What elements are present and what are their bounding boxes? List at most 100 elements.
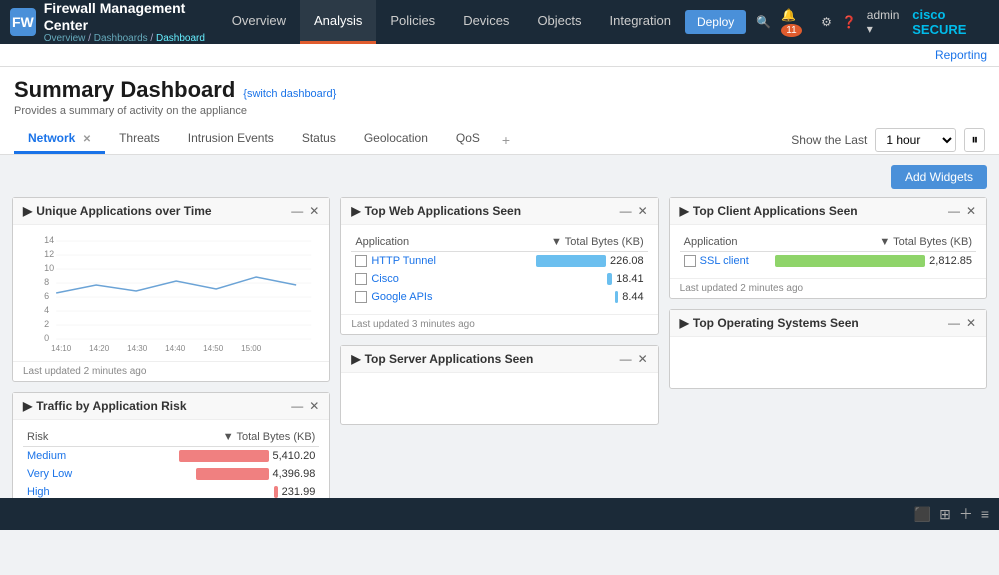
nav-objects[interactable]: Objects (523, 0, 595, 44)
nav-overview[interactable]: Overview (218, 0, 300, 44)
traffic-risk-close[interactable]: ✕ (309, 399, 319, 413)
deploy-button[interactable]: Deploy (685, 10, 746, 34)
row-checkbox (355, 291, 367, 303)
search-icon[interactable]: 🔍 (756, 15, 771, 29)
admin-menu[interactable]: admin ▾ (867, 8, 902, 36)
tab-status[interactable]: Status (288, 125, 350, 154)
notification-icon[interactable]: 🔔11 (781, 8, 811, 36)
tab-intrusion-events[interactable]: Intrusion Events (174, 125, 288, 154)
app-value: 18.41 (616, 273, 644, 285)
top-os-close[interactable]: ✕ (966, 316, 976, 330)
table-row[interactable]: Very Low 4,396.98 (23, 465, 319, 483)
widget-top-web-apps: ▶ Top Web Applications Seen — ✕ Applicat… (340, 197, 658, 335)
app-title: Firewall Management Center (44, 0, 218, 33)
svg-text:8: 8 (44, 277, 49, 287)
table-row[interactable]: Medium 5,410.20 (23, 447, 319, 466)
top-client-minimize[interactable]: — (948, 204, 960, 218)
top-server-minimize[interactable]: — (620, 352, 632, 366)
row-checkbox (355, 255, 367, 267)
widget-top-server-apps: ▶ Top Server Applications Seen — ✕ (340, 345, 658, 425)
widget-unique-apps-header: ▶ Unique Applications over Time — ✕ (13, 198, 329, 225)
svg-text:2: 2 (44, 319, 49, 329)
add-widgets-button[interactable]: Add Widgets (891, 165, 987, 189)
risk-col-header: Risk (23, 428, 103, 447)
widget-top-client-title: ▶ Top Client Applications Seen (680, 204, 858, 218)
time-select[interactable]: 1 hour 6 hours 12 hours 24 hours 1 week (875, 128, 956, 152)
svg-text:12: 12 (44, 249, 54, 259)
top-client-close[interactable]: ✕ (966, 204, 976, 218)
nav-analysis[interactable]: Analysis (300, 0, 376, 44)
tab-threats[interactable]: Threats (105, 125, 174, 154)
top-os-minimize[interactable]: — (948, 316, 960, 330)
nav-integration[interactable]: Integration (596, 0, 685, 44)
tabs-right: Show the Last 1 hour 6 hours 12 hours 24… (791, 128, 985, 152)
page-subtitle: Provides a summary of activity on the ap… (14, 105, 985, 117)
widget-top-server-body (341, 373, 657, 423)
nav-policies[interactable]: Policies (376, 0, 449, 44)
chart-area: 14 12 10 8 6 4 2 0 (23, 233, 319, 353)
breadcrumb-overview[interactable]: Overview (44, 33, 86, 44)
table-row[interactable]: HTTP Tunnel 226.08 (351, 252, 647, 271)
risk-value: 5,410.20 (273, 450, 316, 462)
app-name: SSL client (700, 255, 749, 267)
widget-top-web-arrow: ▶ (351, 204, 360, 218)
table-row[interactable]: Google APIs 8.44 (351, 288, 647, 306)
nav-right: Deploy 🔍 🔔11 ⚙ ❓ admin ▾ cisco SECURE (685, 7, 989, 37)
widget-traffic-risk-header: ▶ Traffic by Application Risk — ✕ (13, 393, 329, 420)
app-bytes: 2,812.85 (758, 252, 976, 271)
widget-top-client-arrow: ▶ (680, 204, 689, 218)
tab-network[interactable]: Network ✕ (14, 125, 105, 154)
unique-apps-close[interactable]: ✕ (309, 204, 319, 218)
widget-top-web-footer: Last updated 3 minutes ago (341, 314, 657, 334)
top-web-close[interactable]: ✕ (638, 204, 648, 218)
widget-top-client-apps: ▶ Top Client Applications Seen — ✕ Appli… (669, 197, 987, 299)
unique-apps-minimize[interactable]: — (291, 204, 303, 218)
tab-network-close[interactable]: ✕ (83, 134, 91, 145)
app-bytes: 18.41 (480, 270, 648, 288)
widget-unique-apps-body: 14 12 10 8 6 4 2 0 (13, 225, 329, 361)
widget-traffic-risk-title: ▶ Traffic by Application Risk (23, 399, 187, 413)
breadcrumb-dashboards[interactable]: Dashboards (94, 33, 148, 44)
svg-text:6: 6 (44, 291, 49, 301)
notification-badge: 11 (781, 24, 801, 37)
traffic-risk-minimize[interactable]: — (291, 399, 303, 413)
tabs-row: Network ✕ Threats Intrusion Events Statu… (14, 125, 985, 154)
widget-top-client-footer: Last updated 2 minutes ago (670, 278, 986, 298)
breadcrumb-dashboard[interactable]: Dashboard (156, 33, 205, 44)
chart-svg: 14 12 10 8 6 4 2 0 (23, 233, 319, 353)
brand-icon: FW (10, 8, 36, 36)
terminal-icon[interactable]: ⬛ (914, 506, 931, 523)
bottom-bar: ⬛ ⊞ ＋ ≡ (0, 498, 999, 530)
tab-qos[interactable]: QoS (442, 125, 494, 154)
tab-geolocation[interactable]: Geolocation (350, 125, 442, 154)
widget-col-2: ▶ Top Web Applications Seen — ✕ Applicat… (340, 197, 658, 528)
svg-text:15:00: 15:00 (241, 344, 262, 353)
row-checkbox (355, 273, 367, 285)
widget-top-web-apps-body: Application ▼ Total Bytes (KB) HTTP Tunn… (341, 225, 657, 314)
widget-top-server-header: ▶ Top Server Applications Seen — ✕ (341, 346, 657, 373)
table-row[interactable]: Cisco 18.41 (351, 270, 647, 288)
svg-text:14: 14 (44, 235, 54, 245)
menu-icon[interactable]: ≡ (981, 506, 989, 522)
risk-name: Medium (23, 447, 103, 466)
grid-icon[interactable]: ⊞ (939, 506, 951, 523)
tab-add-button[interactable]: + (494, 126, 518, 154)
switch-dashboard-link[interactable]: {switch dashboard} (243, 88, 336, 100)
widget-unique-apps-controls: — ✕ (291, 204, 319, 218)
risk-value: 231.99 (282, 486, 316, 498)
help-icon[interactable]: ❓ (842, 15, 857, 29)
pause-button[interactable]: ⏸ (964, 128, 985, 152)
app-value: 2,812.85 (929, 255, 972, 267)
svg-text:14:10: 14:10 (51, 344, 72, 353)
nav-devices[interactable]: Devices (449, 0, 523, 44)
top-web-minimize[interactable]: — (620, 204, 632, 218)
widget-top-server-title: ▶ Top Server Applications Seen (351, 352, 533, 366)
page-title: Summary Dashboard (14, 77, 235, 103)
widget-top-os-arrow: ▶ (680, 316, 689, 330)
add-icon[interactable]: ＋ (959, 504, 973, 524)
settings-icon[interactable]: ⚙ (821, 15, 832, 29)
table-row[interactable]: SSL client 2,812.85 (680, 252, 976, 271)
web-bytes-col: ▼ Total Bytes (KB) (480, 233, 648, 252)
top-server-close[interactable]: ✕ (638, 352, 648, 366)
reporting-link[interactable]: Reporting (935, 48, 987, 62)
